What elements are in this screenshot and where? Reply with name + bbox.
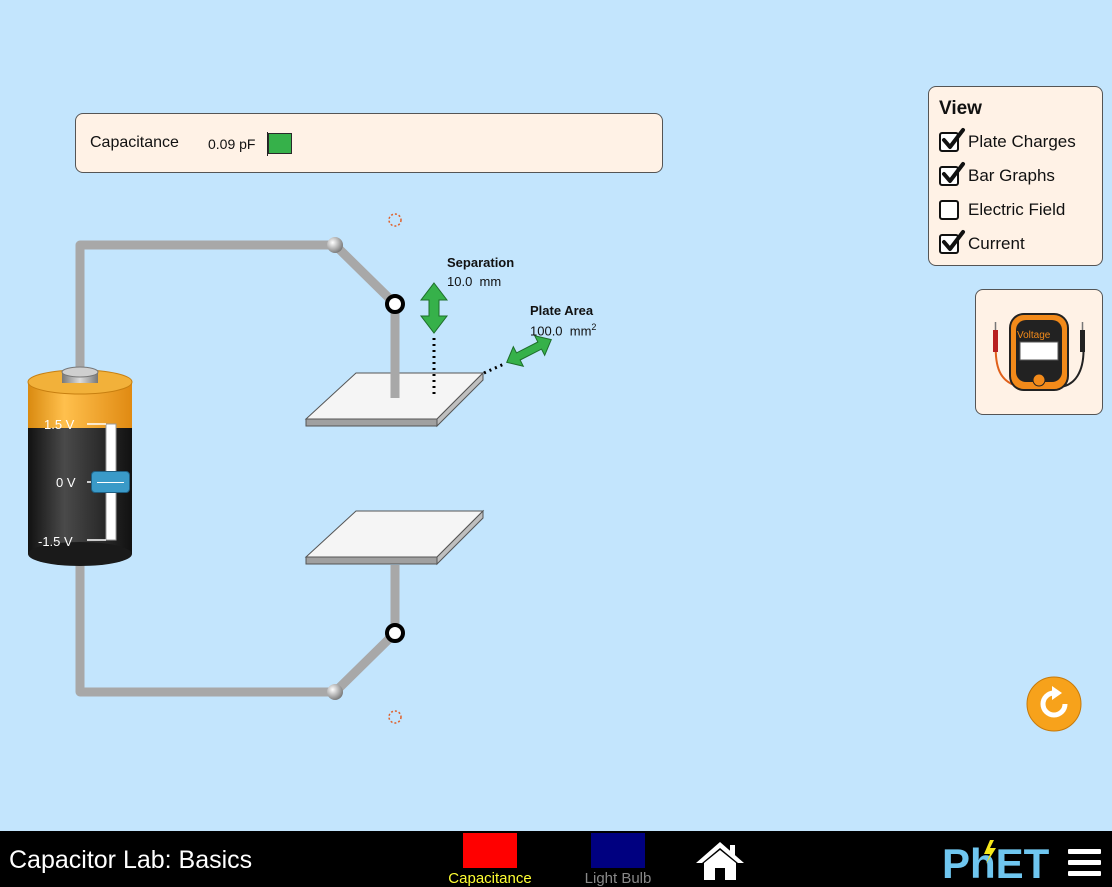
phet-logo[interactable]: PhET — [940, 838, 1056, 887]
hamburger-icon — [1068, 849, 1101, 854]
home-button[interactable] — [694, 839, 746, 886]
top-switch-target[interactable] — [388, 213, 402, 227]
voltmeter-toolbox[interactable]: Voltage — [975, 289, 1103, 415]
checkbox-box[interactable] — [939, 128, 965, 152]
capacitance-value: 0.09 pF — [208, 136, 256, 152]
top-switch-contact[interactable] — [385, 294, 405, 314]
bottom-switch-arm — [331, 565, 400, 696]
bottom-switch-pivot — [327, 684, 343, 700]
reset-all-icon — [1026, 676, 1082, 732]
plate-area-label: Plate Area — [530, 303, 594, 318]
menu-button[interactable] — [1068, 847, 1101, 877]
svg-text:PhET: PhET — [942, 840, 1050, 882]
capacitance-label: Capacitance — [90, 134, 179, 151]
screen-light-bulb-button[interactable]: Light Bulb — [568, 833, 668, 887]
check-icon — [942, 162, 965, 183]
voltmeter-icon[interactable] — [976, 290, 1102, 414]
light-bulb-screen-icon — [591, 833, 645, 868]
plate-area-number: 100.0 mm — [530, 323, 592, 339]
plate-charges-checkbox[interactable]: Plate Charges — [939, 128, 1076, 154]
screen-capacitance-button[interactable]: Capacitance — [440, 833, 540, 887]
check-icon — [942, 230, 965, 251]
checkbox-label: Electric Field — [968, 200, 1066, 219]
view-panel-title: View — [939, 98, 982, 119]
hamburger-icon-bar — [1068, 860, 1101, 865]
battery-voltage-thumb[interactable] — [91, 471, 130, 493]
check-icon — [942, 128, 965, 149]
hamburger-icon-bar — [1068, 871, 1101, 876]
plate-area-value: 100.0 mm2 — [530, 322, 596, 338]
sim-title: Capacitor Lab: Basics — [9, 846, 253, 874]
separation-arrow-handle[interactable] — [419, 282, 449, 334]
top-switch-pivot — [327, 237, 343, 253]
capacitance-bar — [268, 133, 292, 154]
plate-area-dotted-line — [483, 362, 505, 375]
battery-tick-zero: 0 V — [56, 475, 76, 490]
reset-all-button[interactable] — [1026, 676, 1082, 737]
screen-label: Light Bulb — [584, 870, 652, 887]
checkbox-label: Plate Charges — [968, 132, 1076, 151]
checkbox-label: Current — [968, 234, 1025, 253]
checkbox-box[interactable] — [939, 200, 959, 220]
bottom-switch-target[interactable] — [388, 710, 402, 724]
bottom-switch-contact[interactable] — [385, 623, 405, 643]
checkbox-box[interactable] — [939, 162, 965, 186]
separation-value: 10.0 mm — [447, 274, 502, 289]
bottom-plate — [304, 509, 485, 566]
battery-tick-min: -1.5 V — [38, 534, 73, 549]
checkbox-label: Bar Graphs — [968, 166, 1055, 185]
phet-logo-icon: PhET — [942, 840, 1050, 887]
battery-tick-max: 1.5 V — [44, 417, 75, 432]
capacitance-screen-icon — [463, 833, 517, 868]
bottom-wire — [75, 560, 335, 697]
checkbox-box[interactable] — [939, 230, 965, 254]
top-wire — [75, 240, 335, 380]
plate-area-exponent: 2 — [591, 322, 597, 332]
bar-graphs-checkbox[interactable]: Bar Graphs — [939, 162, 1055, 188]
screen-label: Capacitance — [448, 870, 532, 887]
electric-field-checkbox[interactable]: Electric Field — [939, 198, 1065, 222]
home-icon — [696, 842, 744, 880]
separation-label: Separation — [447, 255, 515, 270]
voltmeter-label: Voltage — [1017, 330, 1051, 341]
current-checkbox[interactable]: Current — [939, 230, 1025, 256]
